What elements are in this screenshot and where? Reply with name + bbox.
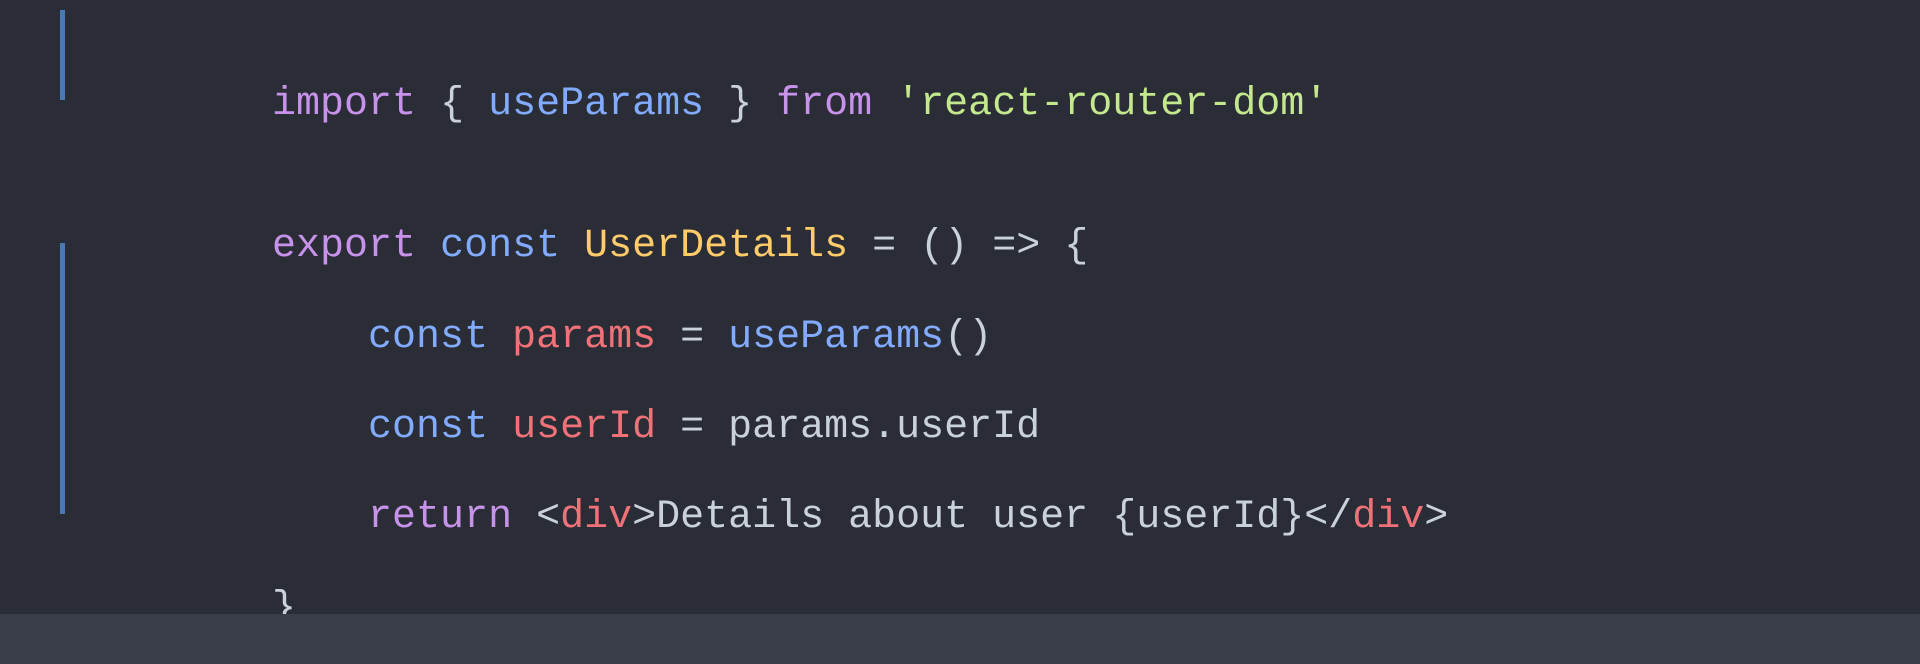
- code-line-7: }: [0, 514, 1920, 604]
- editor-container: import { useParams } from 'react-router-…: [0, 0, 1920, 664]
- code-line-3: export const UserDetails = () => {: [0, 152, 1920, 242]
- code-line-1: import { useParams } from 'react-router-…: [0, 10, 1920, 100]
- bottom-status-bar: [0, 614, 1920, 664]
- code-line-2: [0, 100, 1920, 152]
- code-line-4: const params = useParams(): [0, 243, 1920, 333]
- token-closing-brace: }: [272, 586, 296, 614]
- code-area: import { useParams } from 'react-router-…: [0, 0, 1920, 614]
- code-line-6: return <div>Details about user {userId}<…: [0, 423, 1920, 513]
- line-content-7: }: [60, 516, 1920, 614]
- code-line-5: const userId = params.userId: [0, 333, 1920, 423]
